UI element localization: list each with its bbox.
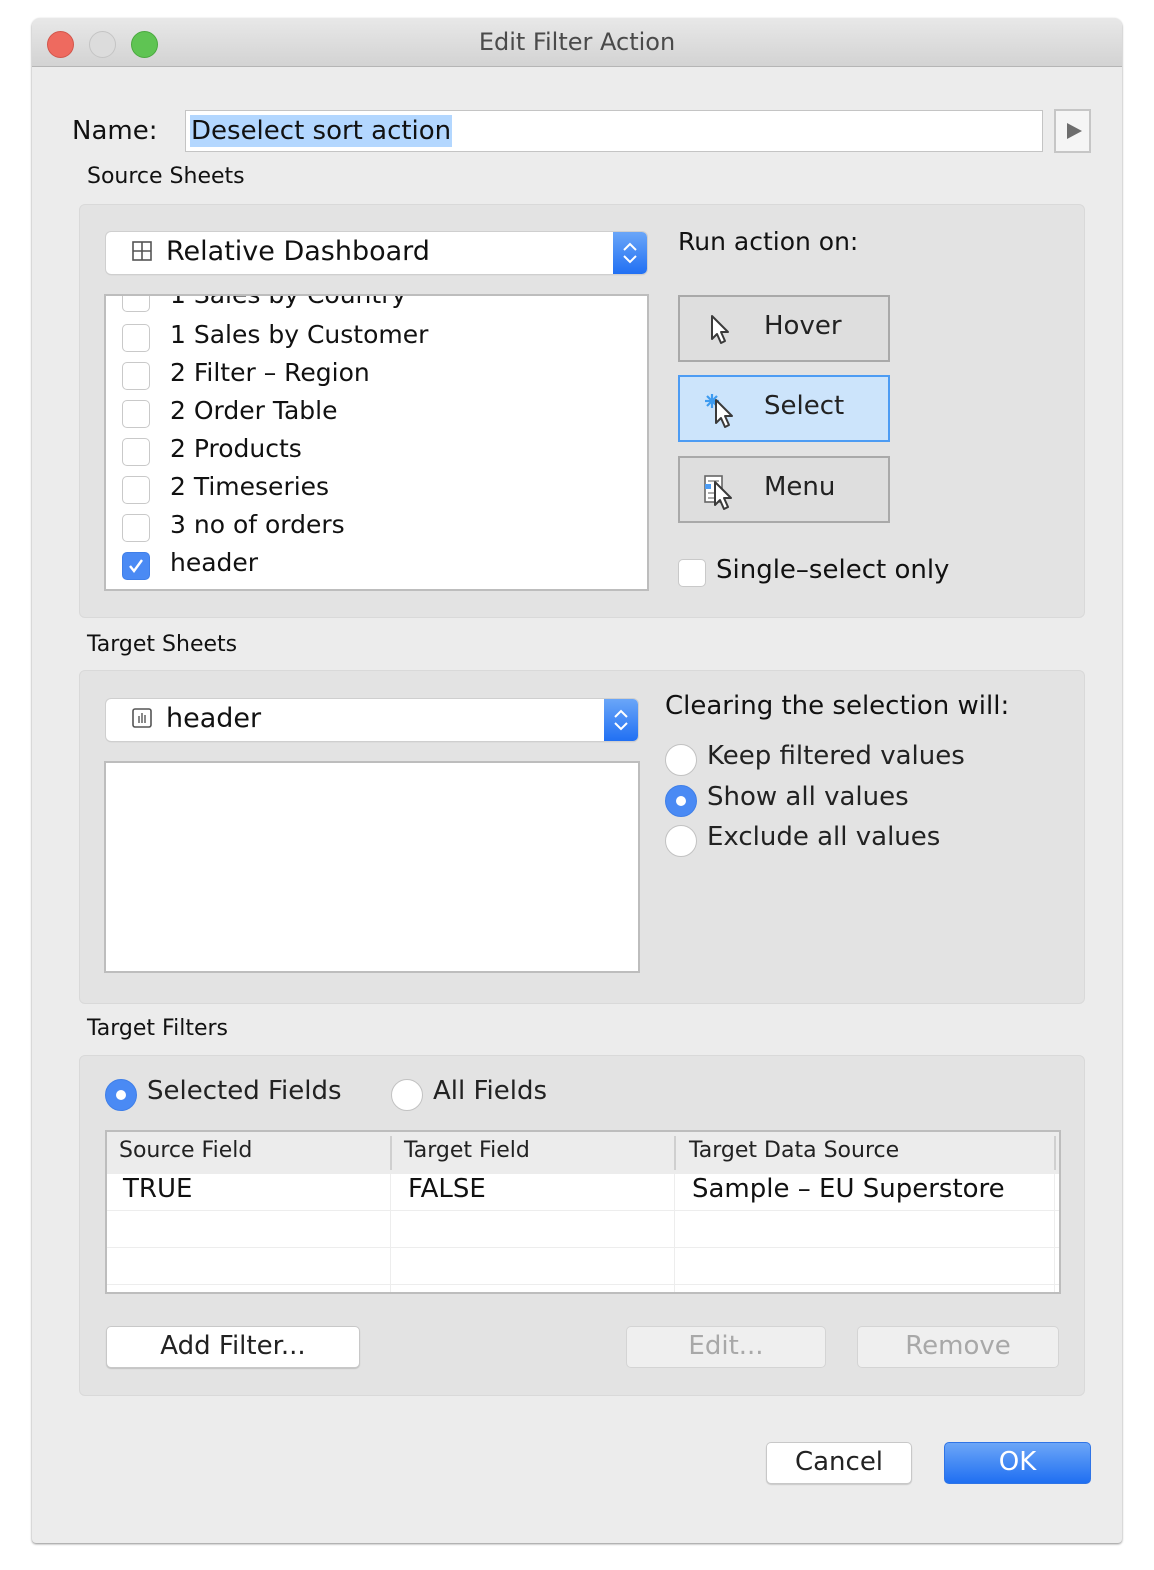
single-select-only-checkbox[interactable] [678,559,706,587]
column-divider[interactable] [674,1136,676,1170]
run-on-select-button[interactable]: Select [678,375,890,442]
clearing-selection-label: Clearing the selection will: [665,691,1010,721]
checkbox[interactable] [122,400,150,428]
worksheet-chart-icon [132,708,152,728]
name-input[interactable]: Deselect sort action [185,110,1043,152]
name-input-value[interactable]: Deselect sort action [190,115,453,147]
checkbox[interactable] [122,438,150,466]
radio-button-selected[interactable] [665,785,697,817]
radio-button[interactable] [665,744,697,776]
remove-filter-button[interactable]: Remove [857,1326,1059,1368]
checkbox[interactable] [122,476,150,504]
checkbox[interactable] [122,296,150,312]
window-title: Edit Filter Action [478,28,676,56]
cell-source-field: TRUE [123,1174,193,1204]
cancel-button[interactable]: Cancel [766,1442,912,1484]
filters-table[interactable]: Source Field Target Field Target Data So… [105,1130,1061,1294]
checkbox[interactable] [122,514,150,542]
radio-button[interactable] [665,825,697,857]
select-cursor-icon [705,394,733,428]
source-sheet-dropdown[interactable]: Relative Dashboard [106,232,647,274]
checkmark-icon [129,559,143,573]
table-header: Source Field Target Field Target Data So… [107,1132,1059,1174]
cell-target-field: FALSE [408,1174,486,1204]
source-sheets-group: Relative Dashboard 1 Sales by Country 1 … [79,204,1085,618]
checkbox[interactable] [122,324,150,352]
cell-target-data-source: Sample – EU Superstore [692,1174,1005,1204]
target-sheets-group: header Clearing the selection will: Keep… [79,670,1085,1004]
add-filter-button[interactable]: Add Filter... [106,1326,360,1368]
edit-filter-button[interactable]: Edit... [626,1326,826,1368]
title-bar: Edit Filter Action [32,18,1122,67]
run-on-hover-button[interactable]: Hover [678,295,890,362]
column-divider[interactable] [1054,1136,1056,1170]
chevron-up-down-icon [604,699,638,741]
ok-button[interactable]: OK [944,1442,1091,1484]
table-row-empty[interactable] [107,1248,1059,1285]
source-sheets-list[interactable]: 1 Sales by Country 1 Sales by Customer 2… [104,294,649,591]
target-sheet-dropdown[interactable]: header [106,699,638,741]
target-sheets-list[interactable] [104,761,640,973]
radio-button[interactable] [391,1079,423,1111]
dashboard-grid-icon [132,241,152,261]
column-divider[interactable] [390,1136,392,1170]
chevron-up-down-icon [613,232,647,274]
insert-field-menu-button[interactable] [1054,109,1091,153]
menu-cursor-icon [704,475,732,510]
radio-button-selected[interactable] [105,1079,137,1111]
source-sheet-selected: Relative Dashboard [166,236,430,267]
target-sheet-selected: header [166,703,262,734]
name-label: Name: [72,116,158,146]
column-header-target-field[interactable]: Target Field [404,1138,530,1163]
column-header-source-field[interactable]: Source Field [119,1138,252,1163]
column-header-target-data-source[interactable]: Target Data Source [689,1138,899,1163]
target-filters-label: Target Filters [87,1016,229,1041]
edit-filter-action-dialog: Edit Filter Action Name: Deselect sort a… [32,18,1122,1543]
checkbox[interactable] [122,362,150,390]
table-row-empty[interactable] [107,1211,1059,1248]
target-filters-group: Selected Fields All Fields Source Field … [79,1055,1085,1396]
triangle-right-icon [1067,123,1082,139]
run-action-on-label: Run action on: [678,227,859,256]
hover-cursor-icon [711,315,729,344]
target-sheets-label: Target Sheets [87,632,238,657]
run-on-menu-button[interactable]: Menu [678,456,890,523]
table-row[interactable]: TRUE FALSE Sample – EU Superstore [107,1174,1059,1211]
checkbox-checked[interactable] [122,552,150,580]
source-sheets-label: Source Sheets [87,164,245,189]
